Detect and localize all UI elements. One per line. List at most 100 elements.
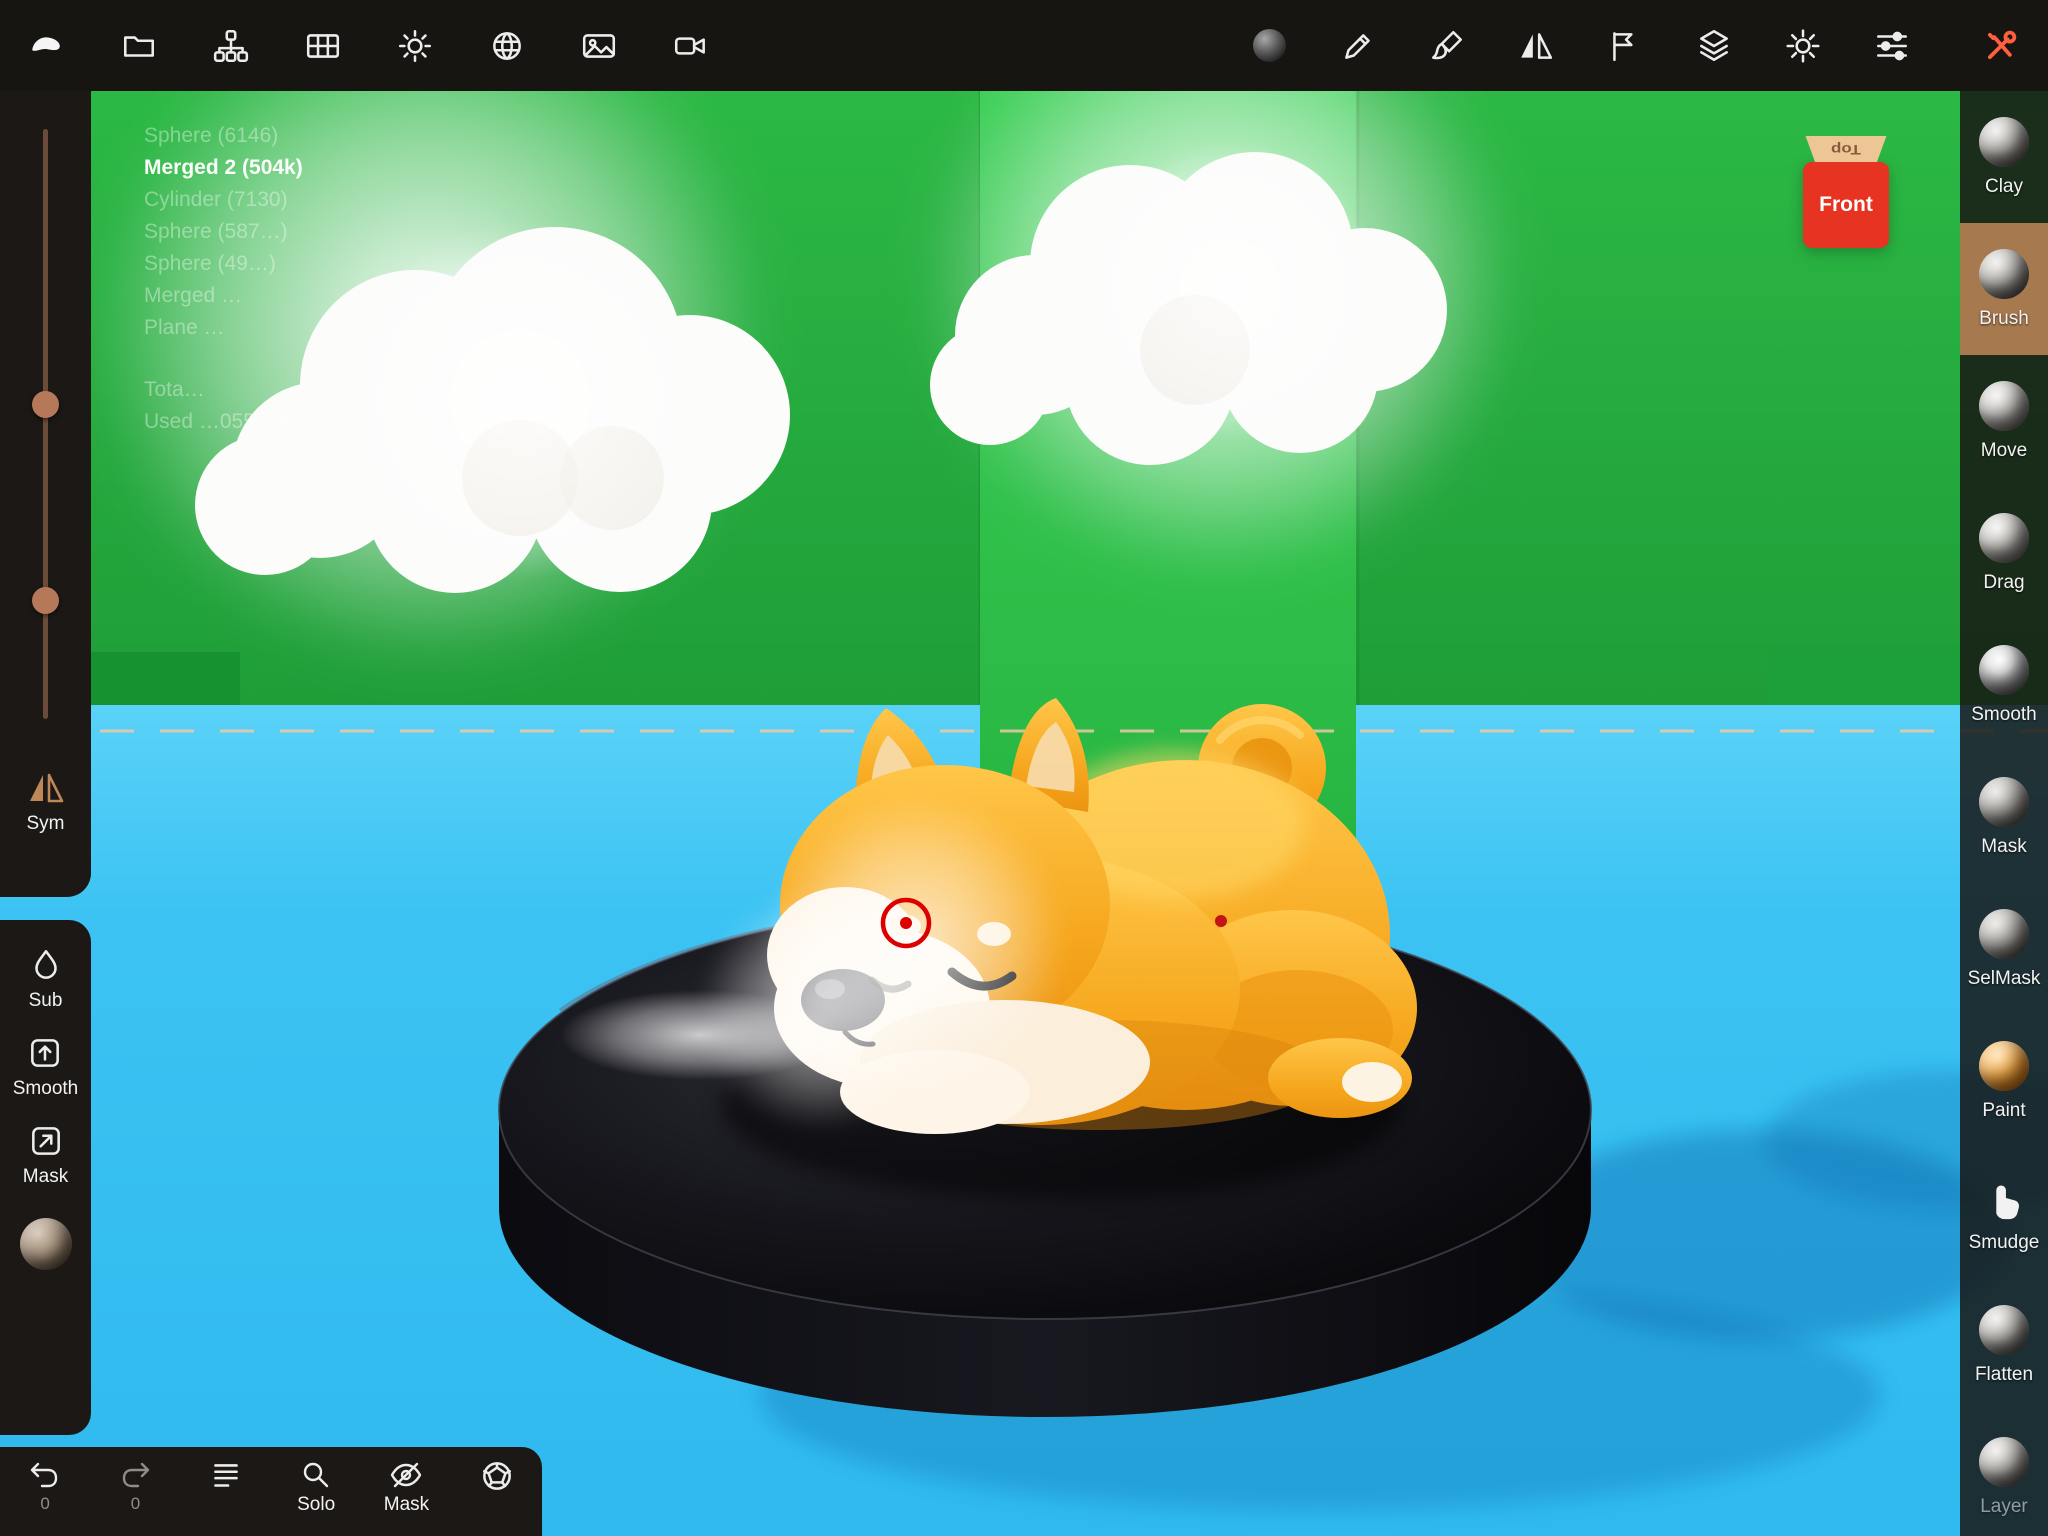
sub-label: Sub	[29, 990, 63, 1012]
symmetry-icon	[26, 771, 66, 805]
crossed-tools-icon	[1981, 26, 2021, 66]
tool-label: Move	[1981, 440, 2027, 462]
redo-icon	[117, 1457, 153, 1493]
brush-slider-track[interactable]	[43, 129, 48, 719]
tool-drag[interactable]: Drag	[1960, 487, 2048, 619]
mesh-sphere-button[interactable]	[486, 25, 528, 67]
matcap-button[interactable]	[1248, 25, 1290, 67]
tool-label: Paint	[1982, 1100, 2025, 1122]
pencil-icon	[1339, 27, 1377, 65]
smooth-label: Smooth	[13, 1078, 78, 1100]
eye-slash-icon	[388, 1457, 424, 1493]
tool-label: Mask	[1981, 836, 2026, 858]
smooth-tool-icon	[1979, 645, 2029, 695]
nomad-logo-icon	[28, 27, 66, 65]
flatten-tool-icon	[1979, 1305, 2029, 1355]
scene-graph-icon	[212, 27, 250, 65]
symmetry-button[interactable]	[1515, 25, 1557, 67]
layer-tool-icon	[1979, 1437, 2029, 1487]
tool-flatten[interactable]: Flatten	[1960, 1279, 2048, 1411]
undo-button[interactable]: 0	[2, 1457, 88, 1514]
selmask-tool-icon	[1979, 909, 2029, 959]
nomad-logo-button[interactable]	[26, 25, 68, 67]
files-button[interactable]	[118, 25, 160, 67]
gizmo-top-label: Top	[1831, 141, 1861, 157]
clay-tool-icon	[1979, 117, 2029, 167]
tool-label: Smooth	[1971, 704, 2036, 726]
drag-tool-icon	[1979, 513, 2029, 563]
top-toolbar-left	[26, 25, 712, 67]
paint-tool-icon	[1979, 1041, 2029, 1091]
tool-selmask[interactable]: SelMask	[1960, 883, 2048, 1015]
settings-button[interactable]	[1782, 25, 1824, 67]
object-list-button[interactable]	[183, 1457, 269, 1495]
top-toolbar	[0, 0, 2048, 91]
stylus-button[interactable]	[1337, 25, 1379, 67]
mask-action[interactable]: Mask	[23, 1122, 68, 1188]
gizmo-front-face[interactable]: Front	[1803, 162, 1889, 248]
tool-mask[interactable]: Mask	[1960, 751, 2048, 883]
stroke-button[interactable]	[1604, 25, 1646, 67]
droplet-icon	[27, 946, 65, 984]
platform-glint	[560, 990, 840, 1080]
interface-button[interactable]	[1871, 25, 1913, 67]
tool-smudge[interactable]: Smudge	[1960, 1147, 2048, 1279]
tool-brush[interactable]: Brush	[1960, 223, 2048, 355]
folder-icon	[120, 27, 158, 65]
solo-button[interactable]: Solo	[273, 1457, 359, 1516]
sun-icon	[396, 27, 434, 65]
orientation-gizmo[interactable]: Top Front	[1800, 136, 1892, 248]
tool-paint[interactable]: Paint	[1960, 1015, 2048, 1147]
mask-visibility-label: Mask	[384, 1494, 429, 1516]
right-tool-bar: Clay Brush Move Drag Smooth Mask SelMask…	[1960, 91, 2048, 1536]
lighting-button[interactable]	[394, 25, 436, 67]
scene-graph-button[interactable]	[210, 25, 252, 67]
mesh-sphere-icon	[488, 27, 526, 65]
solo-label: Solo	[297, 1494, 335, 1516]
tool-label: Clay	[1985, 176, 2023, 198]
gizmo-front-label: Front	[1819, 193, 1873, 217]
redo-button[interactable]: 0	[92, 1457, 178, 1514]
debug-tools-button[interactable]	[1980, 25, 2022, 67]
grid-icon	[304, 27, 342, 65]
matcap-sphere-icon	[1253, 29, 1286, 62]
gear-icon	[1784, 27, 1822, 65]
tool-smooth[interactable]: Smooth	[1960, 619, 2048, 751]
sliders-icon	[1873, 27, 1911, 65]
layers-button[interactable]	[1693, 25, 1735, 67]
secondary-marker	[1215, 915, 1227, 927]
tool-clay[interactable]: Clay	[1960, 91, 2048, 223]
square-corner-arrow-icon	[27, 1122, 65, 1160]
symmetry-toggle[interactable]: Sym	[0, 771, 91, 835]
redo-count: 0	[131, 1494, 140, 1514]
stroke-flag-icon	[1606, 27, 1644, 65]
mirror-icon	[1517, 27, 1555, 65]
left-actions-panel: Sub Smooth Mask	[0, 920, 91, 1435]
painting-button[interactable]	[1426, 25, 1468, 67]
undo-icon	[27, 1457, 63, 1493]
viewport-canvas[interactable]	[0, 0, 2048, 1536]
left-slider-panel: Sym	[0, 91, 91, 897]
square-up-arrow-icon	[26, 1034, 64, 1072]
tool-layer[interactable]: Layer	[1960, 1411, 2048, 1536]
background-image-button[interactable]	[578, 25, 620, 67]
tool-move[interactable]: Move	[1960, 355, 2048, 487]
sub-action[interactable]: Sub	[27, 946, 65, 1012]
camera-button[interactable]	[670, 25, 712, 67]
material-sphere-button[interactable]	[20, 1218, 72, 1270]
move-tool-icon	[1979, 381, 2029, 431]
video-camera-icon	[672, 27, 710, 65]
smooth-action[interactable]: Smooth	[13, 1034, 78, 1100]
mask-visibility-button[interactable]: Mask	[363, 1457, 449, 1516]
radius-slider-handle[interactable]	[32, 391, 59, 418]
mask-label: Mask	[23, 1166, 68, 1188]
tool-label: Smudge	[1969, 1232, 2040, 1254]
topology-button[interactable]	[302, 25, 344, 67]
wireframe-sphere-icon	[478, 1457, 516, 1495]
image-icon	[580, 27, 618, 65]
intensity-slider-handle[interactable]	[32, 587, 59, 614]
gizmo-top-face[interactable]: Top	[1803, 136, 1889, 162]
wireframe-button[interactable]	[454, 1457, 540, 1495]
tool-label: SelMask	[1968, 968, 2041, 990]
brush-tool-icon	[1979, 249, 2029, 299]
